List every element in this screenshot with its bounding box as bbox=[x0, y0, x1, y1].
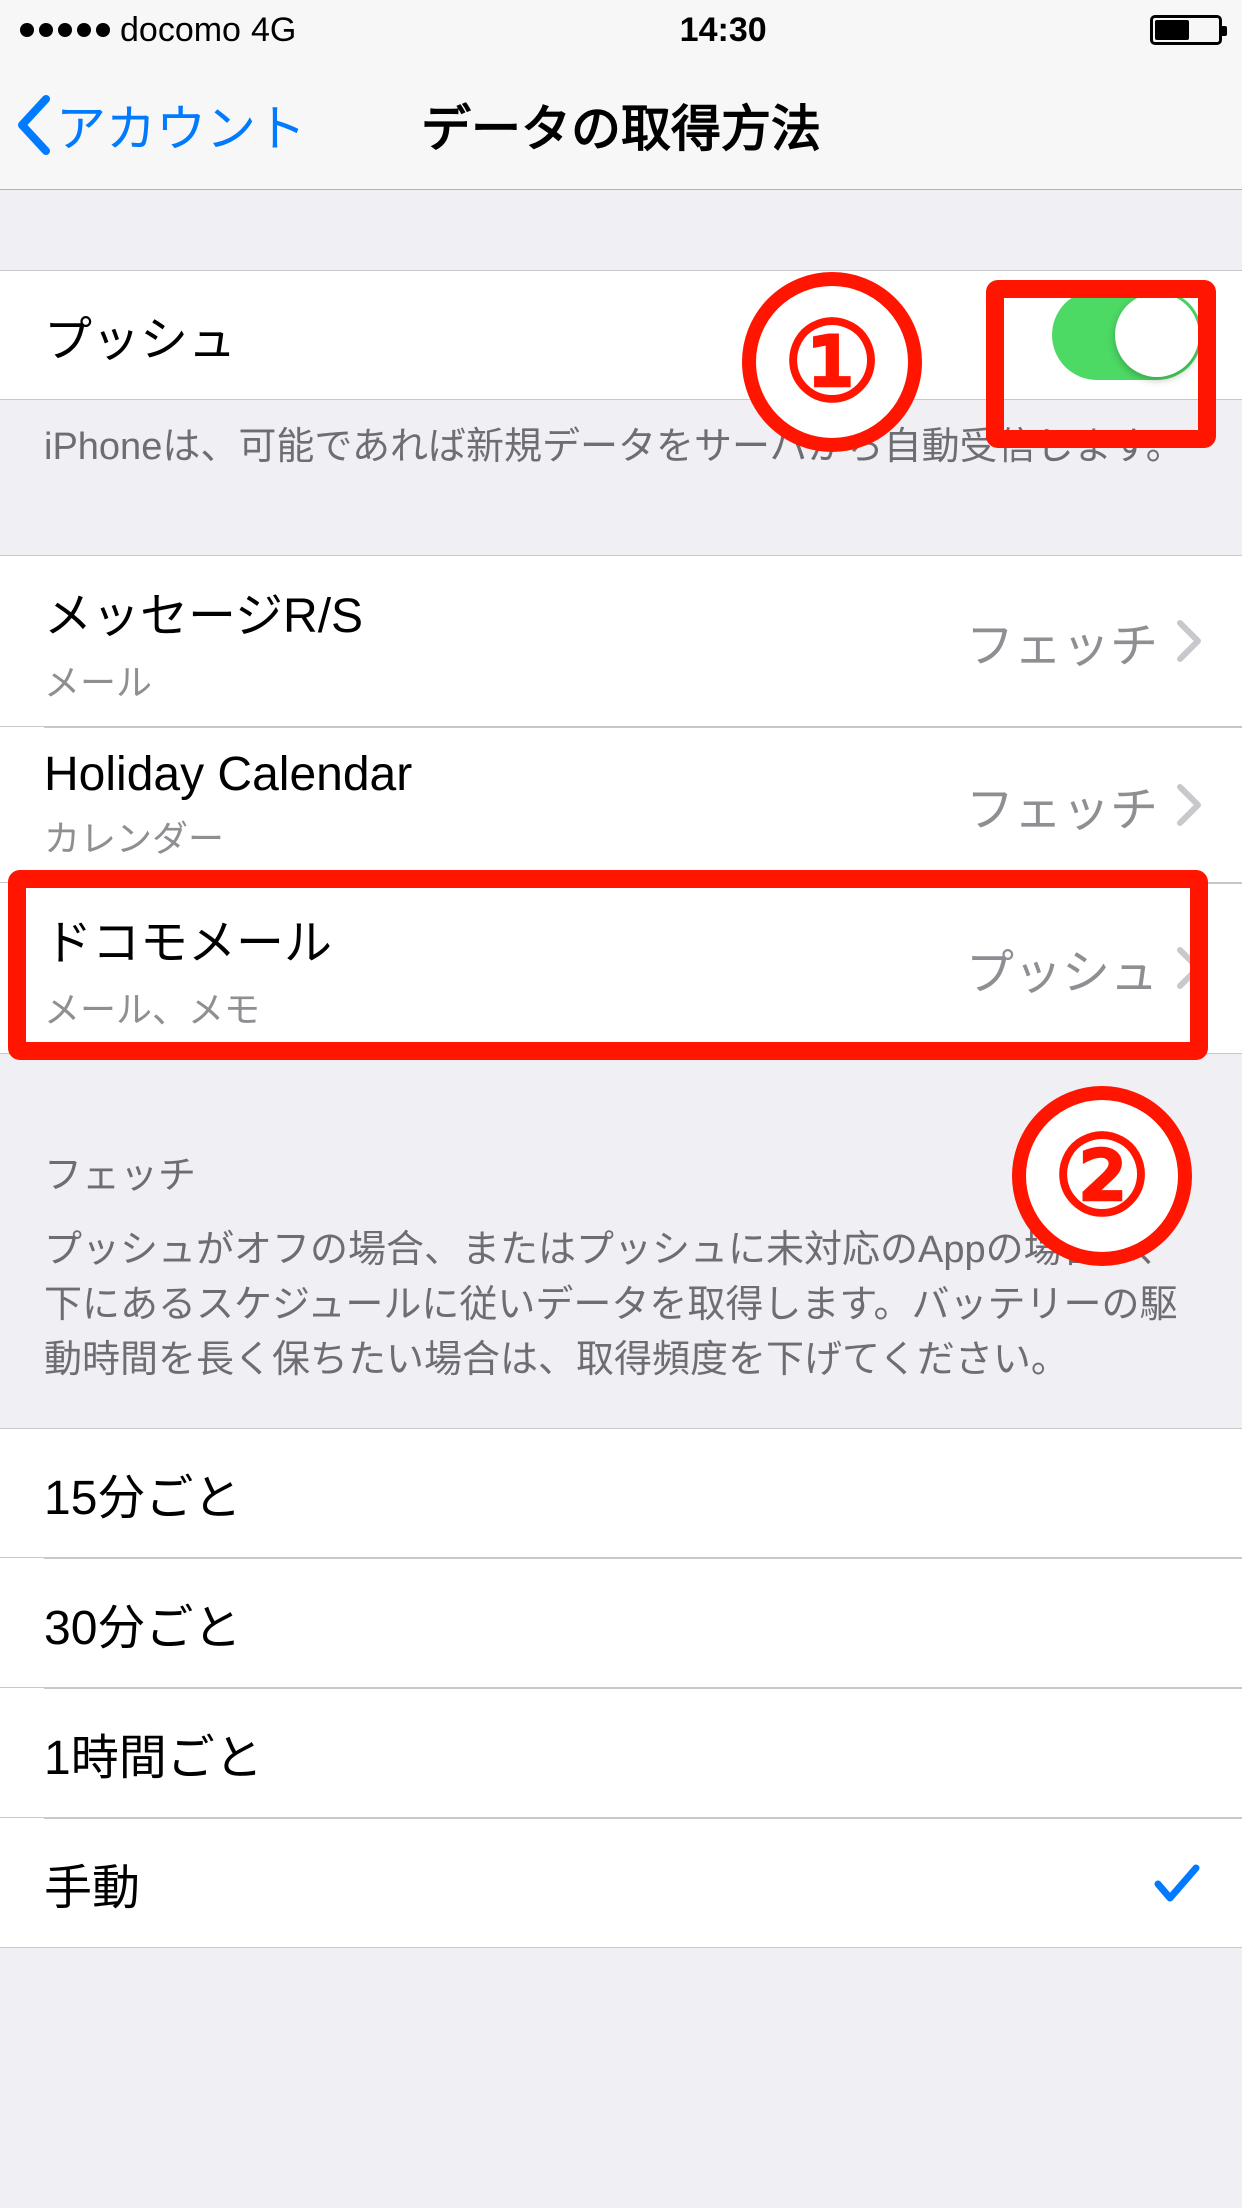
fetch-option-1hour[interactable]: 1時間ごと bbox=[0, 1688, 1242, 1818]
account-title: メッセージR/S bbox=[44, 576, 966, 646]
account-value: プッシュ bbox=[966, 933, 1158, 1003]
back-label: アカウント bbox=[56, 89, 306, 161]
annotation-badge-1: ① bbox=[742, 272, 922, 452]
fetch-option-manual[interactable]: 手動 bbox=[0, 1818, 1242, 1948]
annotation-badge-2: ② bbox=[1012, 1086, 1192, 1266]
account-row-holiday-calendar[interactable]: Holiday Calendar カレンダー フェッチ bbox=[0, 727, 1242, 883]
chevron-left-icon bbox=[14, 93, 54, 157]
toggle-knob bbox=[1115, 293, 1199, 377]
chevron-right-icon bbox=[1176, 619, 1202, 663]
account-row-message-rs[interactable]: メッセージR/S メール フェッチ bbox=[0, 555, 1242, 727]
push-group: プッシュ bbox=[0, 270, 1242, 400]
fetch-option-label: 30分ごと bbox=[44, 1588, 1202, 1658]
navigation-bar: アカウント データの取得方法 bbox=[0, 60, 1242, 190]
network-label: 4G bbox=[251, 11, 296, 50]
back-button[interactable]: アカウント bbox=[14, 89, 306, 161]
status-bar: docomo 4G 14:30 bbox=[0, 0, 1242, 60]
account-subtitle: メール bbox=[44, 654, 966, 706]
account-value: フェッチ bbox=[966, 606, 1158, 676]
push-footer: iPhoneは、可能であれば新規データをサーバから自動受信します。 bbox=[0, 400, 1242, 475]
fetch-option-30min[interactable]: 30分ごと bbox=[0, 1558, 1242, 1688]
fetch-option-label: 15分ごと bbox=[44, 1458, 1202, 1528]
account-subtitle: メール、メモ bbox=[44, 981, 966, 1033]
account-value: フェッチ bbox=[966, 770, 1158, 840]
accounts-group: メッセージR/S メール フェッチ Holiday Calendar カレンダー… bbox=[0, 555, 1242, 1054]
chevron-right-icon bbox=[1176, 946, 1202, 990]
fetch-option-label: 1時間ごと bbox=[44, 1718, 1202, 1788]
fetch-description: プッシュがオフの場合、またはプッシュに未対応のAppの場合は、下にあるスケジュー… bbox=[0, 1223, 1242, 1428]
account-row-docomo-mail[interactable]: ドコモメール メール、メモ プッシュ bbox=[0, 883, 1242, 1054]
fetch-option-label: 手動 bbox=[44, 1848, 1152, 1918]
fetch-options-group: 15分ごと 30分ごと 1時間ごと 手動 bbox=[0, 1428, 1242, 1948]
page-title: データの取得方法 bbox=[421, 89, 821, 161]
carrier-label: docomo bbox=[120, 11, 241, 50]
account-title: ドコモメール bbox=[44, 903, 966, 973]
checkmark-icon bbox=[1152, 1858, 1202, 1908]
push-toggle[interactable] bbox=[1052, 290, 1202, 380]
status-bar-right bbox=[1150, 15, 1222, 45]
annotation-number: ② bbox=[1053, 1112, 1152, 1240]
clock-label: 14:30 bbox=[680, 11, 767, 50]
status-bar-left: docomo 4G bbox=[20, 11, 296, 50]
battery-icon bbox=[1150, 15, 1222, 45]
chevron-right-icon bbox=[1176, 783, 1202, 827]
signal-strength-icon bbox=[20, 23, 110, 37]
fetch-option-15min[interactable]: 15分ごと bbox=[0, 1428, 1242, 1558]
annotation-number: ① bbox=[783, 298, 882, 426]
push-row: プッシュ bbox=[0, 270, 1242, 400]
account-title: Holiday Calendar bbox=[44, 747, 966, 802]
account-subtitle: カレンダー bbox=[44, 810, 966, 862]
